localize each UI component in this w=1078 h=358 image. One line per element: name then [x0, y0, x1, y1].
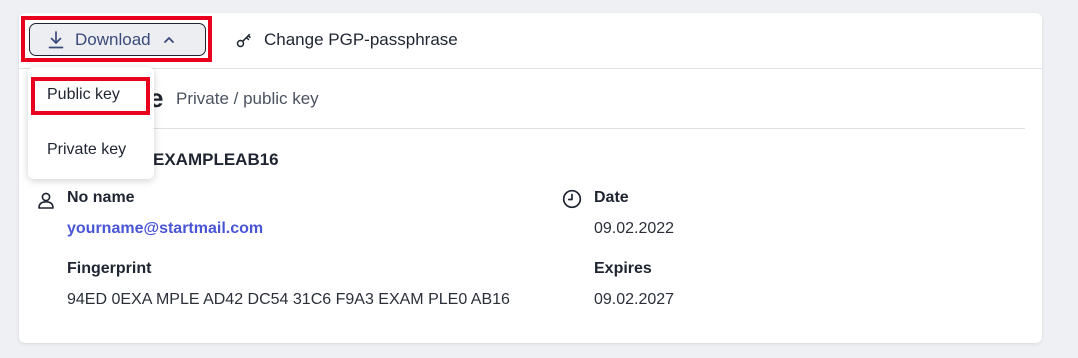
date-value: 09.02.2022	[594, 220, 675, 237]
download-label: Download	[75, 29, 151, 49]
key-id: EXAMPLEAB16	[153, 150, 279, 169]
owner-email[interactable]: yourname@startmail.com	[67, 220, 263, 238]
divider	[37, 128, 1025, 129]
expires-value: 09.02.2027	[594, 291, 675, 308]
toolbar: Download Change PGP-passphrase	[19, 13, 1042, 69]
user-icon	[38, 192, 54, 209]
menu-item-public-key[interactable]: Public key	[28, 86, 154, 104]
clock-icon	[562, 189, 582, 209]
fingerprint-label: Fingerprint	[67, 260, 152, 277]
chevron-up-icon	[163, 36, 174, 43]
change-pgp-passphrase-button[interactable]: Change PGP-passphrase	[236, 27, 458, 53]
owner-name: No name	[67, 189, 135, 206]
download-icon	[48, 30, 64, 48]
date-label: Date	[594, 189, 629, 206]
menu-item-private-key[interactable]: Private key	[28, 141, 154, 159]
change-pgp-passphrase-label: Change PGP-passphrase	[264, 30, 458, 49]
download-button[interactable]: Download	[29, 23, 206, 56]
section-subtitle: Private / public key	[176, 89, 319, 108]
expires-label: Expires	[594, 260, 652, 277]
key-icon	[236, 33, 251, 48]
download-dropdown-menu: Public key Private key	[28, 67, 154, 179]
fingerprint-value: 94ED 0EXA MPLE AD42 DC54 31C6 F9A3 EXAM …	[67, 291, 510, 308]
pgp-key-card: Download Change PGP-passphrase e Private…	[19, 13, 1042, 343]
